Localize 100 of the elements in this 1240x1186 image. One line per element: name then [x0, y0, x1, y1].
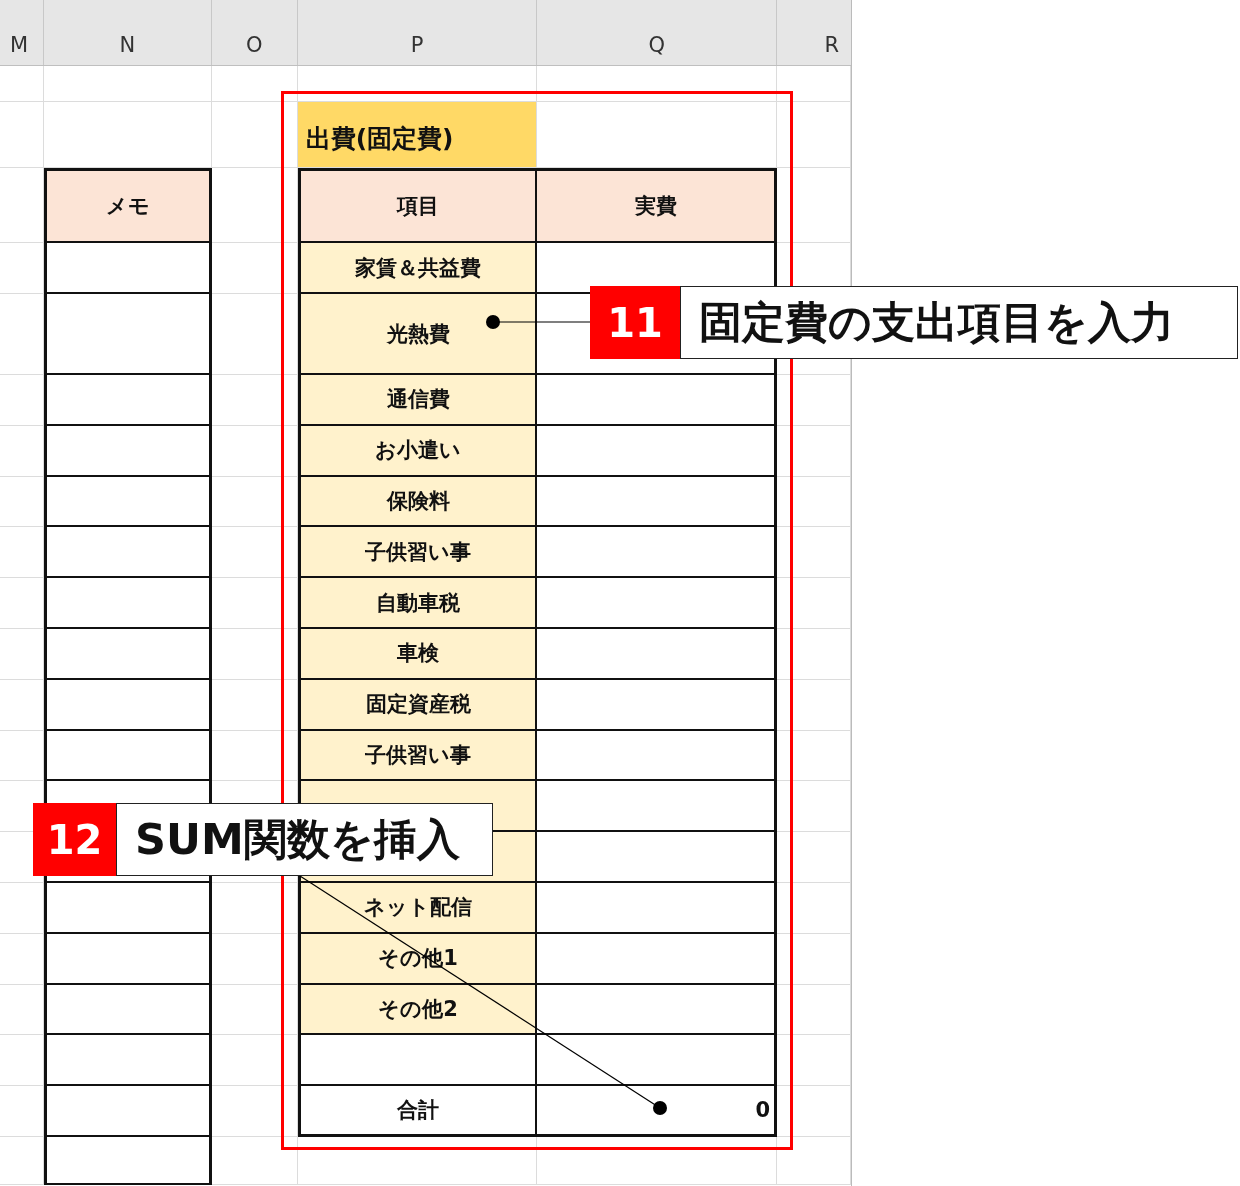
column-header[interactable]: Q [537, 0, 778, 65]
column-header[interactable]: R [777, 0, 851, 65]
grid-cell[interactable] [0, 66, 44, 102]
grid-cell[interactable] [777, 984, 851, 1036]
memo-cell[interactable] [43, 679, 212, 731]
grid-cell[interactable] [211, 1086, 298, 1138]
grid-cell[interactable] [777, 882, 851, 934]
grid-cell[interactable] [211, 294, 298, 375]
table-cell[interactable] [537, 629, 778, 680]
table-cell[interactable] [537, 679, 778, 731]
memo-cell[interactable] [43, 1035, 212, 1087]
grid-cell[interactable] [0, 168, 44, 243]
grid-cell[interactable] [211, 425, 298, 477]
memo-cell[interactable] [43, 1086, 212, 1138]
grid-cell[interactable] [211, 102, 298, 168]
grid-cell[interactable] [777, 1086, 851, 1138]
grid-cell[interactable] [0, 1137, 44, 1186]
grid-cell[interactable] [0, 375, 44, 426]
memo-cell[interactable] [43, 1137, 212, 1186]
grid-cell[interactable] [537, 66, 778, 102]
grid-cell[interactable] [211, 476, 298, 528]
table-cell[interactable] [537, 781, 778, 833]
memo-cell[interactable] [43, 243, 212, 294]
grid-cell[interactable] [0, 679, 44, 731]
grid-cell[interactable] [777, 781, 851, 833]
grid-cell[interactable] [777, 425, 851, 477]
column-header[interactable]: O [211, 0, 298, 65]
grid-cell[interactable] [211, 375, 298, 426]
table-cell[interactable] [537, 425, 778, 477]
column-header[interactable]: N [43, 0, 212, 65]
grid-cell[interactable] [43, 66, 212, 102]
memo-cell[interactable] [43, 984, 212, 1036]
grid-cell[interactable] [777, 629, 851, 680]
grid-cell[interactable] [777, 730, 851, 782]
grid-cell[interactable] [0, 730, 44, 782]
grid-cell[interactable] [211, 527, 298, 579]
grid-cell[interactable] [0, 243, 44, 294]
grid-cell[interactable] [777, 832, 851, 883]
grid-cell[interactable] [777, 102, 851, 168]
grid-cell[interactable] [0, 578, 44, 629]
grid-cell[interactable] [777, 933, 851, 985]
table-cell: 合計 [297, 1086, 538, 1138]
grid-cell[interactable] [0, 476, 44, 528]
memo-cell[interactable] [43, 425, 212, 477]
grid-cell[interactable] [777, 1137, 851, 1186]
grid-cell[interactable] [0, 882, 44, 934]
column-header[interactable]: M [0, 0, 44, 65]
table-cell[interactable] [537, 476, 778, 528]
grid-cell[interactable] [777, 578, 851, 629]
column-header[interactable]: P [297, 0, 538, 65]
table-cell[interactable] [537, 578, 778, 629]
grid-cell[interactable] [0, 1086, 44, 1138]
grid-cell[interactable] [0, 294, 44, 375]
table-cell: お小遣い [297, 425, 538, 477]
grid-cell[interactable] [211, 578, 298, 629]
table-cell[interactable] [537, 933, 778, 985]
grid-cell[interactable] [777, 679, 851, 731]
grid-cell[interactable] [211, 679, 298, 731]
grid-cell[interactable] [211, 730, 298, 782]
grid-cell[interactable] [211, 1137, 298, 1186]
table-cell[interactable] [537, 832, 778, 883]
grid-cell[interactable] [211, 66, 298, 102]
grid-cell[interactable] [537, 1137, 778, 1186]
grid-cell[interactable] [777, 66, 851, 102]
memo-cell[interactable] [43, 578, 212, 629]
grid-cell[interactable] [0, 102, 44, 168]
memo-cell[interactable] [43, 882, 212, 934]
memo-cell[interactable] [43, 294, 212, 375]
grid-cell[interactable] [297, 1137, 538, 1186]
table-cell[interactable] [537, 1035, 778, 1087]
table-cell[interactable] [537, 730, 778, 782]
memo-cell[interactable] [43, 629, 212, 680]
grid-cell[interactable] [211, 243, 298, 294]
table-cell: 車検 [297, 629, 538, 680]
grid-cell[interactable] [777, 1035, 851, 1087]
memo-cell[interactable] [43, 375, 212, 426]
grid-cell[interactable] [211, 629, 298, 680]
grid-cell[interactable] [777, 476, 851, 528]
memo-cell[interactable] [43, 527, 212, 579]
grid-cell[interactable] [211, 882, 298, 934]
grid-cell[interactable] [0, 425, 44, 477]
grid-cell[interactable] [211, 984, 298, 1036]
grid-cell[interactable] [777, 527, 851, 579]
memo-cell[interactable] [43, 476, 212, 528]
memo-cell[interactable] [43, 730, 212, 782]
table-cell[interactable] [537, 375, 778, 426]
grid-cell[interactable] [211, 168, 298, 243]
grid-cell[interactable] [211, 1035, 298, 1087]
grid-cell[interactable] [0, 527, 44, 579]
grid-cell[interactable] [0, 933, 44, 985]
grid-cell[interactable] [0, 1035, 44, 1087]
grid-cell[interactable] [211, 933, 298, 985]
grid-cell[interactable] [0, 629, 44, 680]
grid-cell[interactable] [777, 375, 851, 426]
table-cell[interactable] [537, 882, 778, 934]
grid-cell[interactable] [0, 984, 44, 1036]
memo-cell[interactable] [43, 933, 212, 985]
table-cell[interactable] [537, 527, 778, 579]
grid-cell[interactable] [777, 168, 851, 243]
table-cell[interactable] [537, 984, 778, 1036]
